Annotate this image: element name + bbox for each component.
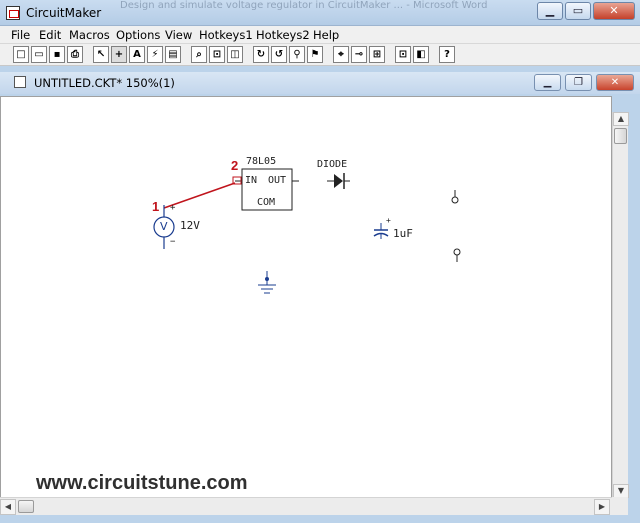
background-window-title: Design and simulate voltage regulator in… xyxy=(120,0,488,11)
minimize-button[interactable]: ▁ xyxy=(537,2,563,20)
regulator-pin-com: COM xyxy=(257,197,276,208)
scroll-left-icon[interactable]: ◀ xyxy=(0,499,16,515)
circuitmaker-app-icon[interactable] xyxy=(6,6,20,20)
horizontal-scroll-thumb[interactable] xyxy=(18,500,34,513)
doc-close-button[interactable]: ✕ xyxy=(596,74,634,91)
macro-icon[interactable]: ◧ xyxy=(413,46,429,63)
ground-node xyxy=(265,277,269,281)
vertical-scroll-thumb[interactable] xyxy=(614,128,627,144)
device-icon[interactable]: ⊡ xyxy=(395,46,411,63)
close-button[interactable]: ✕ xyxy=(593,2,635,20)
new-icon[interactable]: □ xyxy=(13,46,29,63)
scroll-corner xyxy=(612,497,628,515)
wire-tool-icon[interactable]: + xyxy=(111,46,127,63)
menu-options[interactable]: Options xyxy=(116,28,160,42)
zoom-icon[interactable]: ⌕ xyxy=(191,46,207,63)
toolbar: □ ▭ ▪ ⎙ ↖ + A ⚡ ▤ ⌕ ⊡ ◫ ↻ ↺ ⚲ ⚑ ⌖ ⊸ ⊞ ⊡ … xyxy=(0,44,640,66)
menu-edit[interactable]: Edit xyxy=(39,28,61,42)
document-titlebar: UNTITLED.CKT* 150%(1) ▁ ❐ ✕ xyxy=(0,72,640,94)
text-tool-icon[interactable]: A xyxy=(129,46,145,63)
print-icon[interactable]: ⎙ xyxy=(67,46,83,63)
menubar: File Edit Macros Options View Hotkeys1 H… xyxy=(0,26,640,44)
scroll-right-icon[interactable]: ▶ xyxy=(594,499,610,515)
document-title: UNTITLED.CKT* 150%(1) xyxy=(34,76,175,90)
probe-tool-icon[interactable]: ⚡ xyxy=(147,46,163,63)
scroll-down-icon[interactable]: ▼ xyxy=(613,484,629,498)
step-marker-1: 1 xyxy=(152,199,160,214)
run-icon[interactable]: ⚑ xyxy=(307,46,323,63)
help-icon[interactable]: ? xyxy=(439,46,455,63)
trace-icon[interactable]: ⌖ xyxy=(333,46,349,63)
open-icon[interactable]: ▭ xyxy=(31,46,47,63)
step-marker-2: 2 xyxy=(231,158,239,173)
delete-tool-icon[interactable]: ▤ xyxy=(165,46,181,63)
menu-view[interactable]: View xyxy=(165,28,192,42)
battery-plus: + xyxy=(170,203,176,213)
document-icon[interactable] xyxy=(14,76,26,88)
menu-hotkeys1[interactable]: Hotkeys1 xyxy=(199,28,253,42)
battery-symbol: V xyxy=(160,220,168,233)
schematic-canvas[interactable]: 78L05 IN OUT COM V 12V + − DIODE + 1uF 1… xyxy=(0,96,612,498)
grid-icon[interactable]: ⊞ xyxy=(369,46,385,63)
horizontal-scrollbar[interactable]: ◀ ▶ xyxy=(0,497,612,515)
menu-macros[interactable]: Macros xyxy=(69,28,110,42)
diode-triangle xyxy=(334,174,343,188)
cap-plus: + xyxy=(386,216,391,225)
watermark: www.circuitstune.com xyxy=(36,472,248,494)
menu-file[interactable]: File xyxy=(11,28,30,42)
save-icon[interactable]: ▪ xyxy=(49,46,65,63)
arrow-tool-icon[interactable]: ↖ xyxy=(93,46,109,63)
scroll-up-icon[interactable]: ▲ xyxy=(613,112,629,126)
regulator-pin-out: OUT xyxy=(268,175,287,186)
maximize-button[interactable]: ▭ xyxy=(565,2,591,20)
doc-restore-button[interactable]: ❐ xyxy=(565,74,592,91)
menu-help[interactable]: Help xyxy=(313,28,339,42)
walk-icon[interactable]: ⚲ xyxy=(289,46,305,63)
terminal-bottom xyxy=(453,248,461,256)
step-icon[interactable]: ↺ xyxy=(271,46,287,63)
app-titlebar: CircuitMaker Design and simulate voltage… xyxy=(0,0,640,26)
terminal-top xyxy=(451,196,459,204)
schematic-drawing xyxy=(153,168,461,294)
battery-value: 12V xyxy=(180,219,200,232)
app-title: CircuitMaker xyxy=(26,6,102,20)
rotate-icon[interactable]: ⊡ xyxy=(209,46,225,63)
cap-value: 1uF xyxy=(393,227,413,240)
mirror-icon[interactable]: ◫ xyxy=(227,46,243,63)
probe-icon[interactable]: ⊸ xyxy=(351,46,367,63)
regulator-part-label: 78L05 xyxy=(246,156,277,167)
regulator-pin-in: IN xyxy=(245,175,258,186)
doc-minimize-button[interactable]: ▁ xyxy=(534,74,561,91)
battery-minus: − xyxy=(170,237,176,247)
menu-hotkeys2[interactable]: Hotkeys2 xyxy=(256,28,310,42)
reset-icon[interactable]: ↻ xyxy=(253,46,269,63)
vertical-scrollbar[interactable]: ▲ ▼ xyxy=(612,112,629,498)
diode-label: DIODE xyxy=(317,159,348,170)
